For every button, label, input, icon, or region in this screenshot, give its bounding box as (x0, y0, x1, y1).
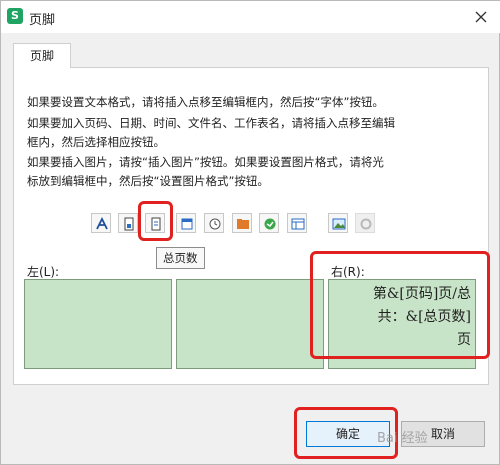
font-button[interactable] (91, 213, 111, 233)
footer-dialog: S 页脚 页脚 如果要设置文本格式，请将插入点移至编辑框内，然后按“字体”按钮。… (0, 0, 500, 465)
insert-picture-button[interactable] (328, 213, 348, 233)
sheet-name-button[interactable] (287, 213, 307, 233)
file-path-button[interactable] (232, 213, 252, 233)
format-picture-button[interactable] (355, 213, 375, 233)
left-section-editor[interactable] (24, 279, 172, 369)
center-section-editor[interactable] (176, 279, 324, 369)
page-number-button[interactable] (118, 213, 138, 233)
time-icon (209, 218, 221, 230)
help-text-font: 如果要设置文本格式，请将插入点移至编辑框内，然后按“字体”按钮。 (27, 93, 487, 112)
help-line-3a: 如果要插入图片，请按“插入图片”按钮。如果要设置图片格式，请将光 (27, 155, 384, 169)
watermark: Bai 经验 (377, 431, 428, 446)
page-number-icon (124, 217, 134, 231)
left-section-label: 左(L): (27, 265, 60, 279)
help-text-picture: 如果要插入图片，请按“插入图片”按钮。如果要设置图片格式，请将光 标放到编辑框中… (27, 153, 487, 191)
close-button[interactable] (467, 4, 495, 30)
help-line-2a: 如果要加入页码、日期、时间、文件名、工作表名，请将插入点移至编辑 (27, 116, 395, 130)
total-pages-tooltip: 总页数 (156, 247, 205, 269)
close-icon (475, 11, 487, 23)
help-line-3b: 标放到编辑框中，然后按“设置图片格式”按钮。 (27, 174, 269, 188)
insert-picture-icon (332, 218, 346, 230)
highlight-right-section (310, 251, 490, 359)
date-icon (181, 218, 193, 230)
highlight-total-pages (138, 201, 173, 241)
date-button[interactable] (176, 213, 196, 233)
file-path-icon (237, 219, 249, 229)
sheet-name-icon (291, 218, 305, 230)
field-toolbar (91, 213, 391, 237)
help-text-fields: 如果要加入页码、日期、时间、文件名、工作表名，请将插入点移至编辑 框内，然后选择… (27, 114, 487, 152)
time-button[interactable] (204, 213, 224, 233)
tab-footer[interactable]: 页脚 (13, 43, 71, 68)
title-bar: S 页脚 (1, 1, 500, 33)
wps-app-icon: S (7, 8, 23, 24)
window-title: 页脚 (29, 13, 56, 28)
file-name-icon (264, 218, 276, 230)
file-name-button[interactable] (259, 213, 279, 233)
help-line-1: 如果要设置文本格式，请将插入点移至编辑框内，然后按“字体”按钮。 (27, 95, 384, 109)
font-icon (96, 217, 108, 230)
format-picture-icon (360, 218, 372, 230)
help-line-2b: 框内，然后选择相应按钮。 (27, 135, 165, 149)
